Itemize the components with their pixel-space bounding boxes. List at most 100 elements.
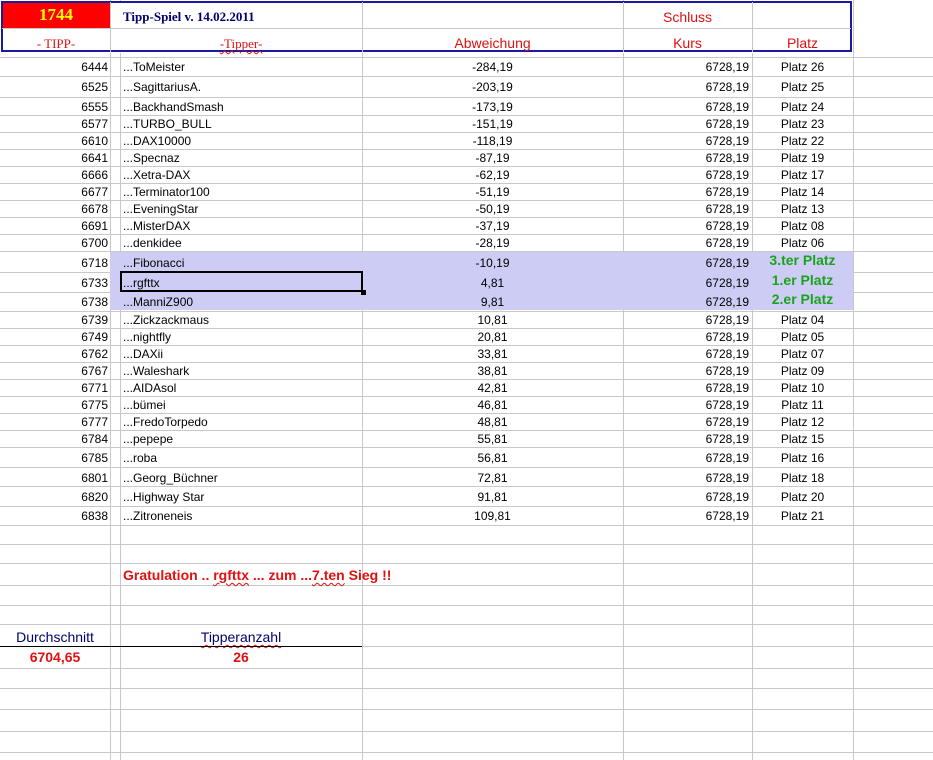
abweichung-cell[interactable]: 109,81 [362,509,623,523]
tipp-cell[interactable]: 6733 [0,276,108,290]
tipper-name-cell[interactable]: ...Fibonacci [123,256,361,270]
kurs-cell[interactable]: 6728,19 [623,256,749,270]
kurs-cell[interactable]: 6728,19 [623,451,749,465]
kurs-cell[interactable]: 6728,19 [623,432,749,446]
kurs-cell[interactable]: 6728,19 [623,381,749,395]
kurs-cell[interactable]: 6728,19 [623,398,749,412]
tipp-cell[interactable]: 6610 [0,134,108,148]
tipp-cell[interactable]: 6771 [0,381,108,395]
abweichung-cell[interactable]: -37,19 [362,219,623,233]
tipper-name-cell[interactable]: ...bümei [123,398,361,412]
platz-cell[interactable]: Platz 13 [752,202,853,216]
platz-cell[interactable]: Platz 09 [752,364,853,378]
tipper-name-cell[interactable]: ...Georg_Büchner [123,471,361,485]
abweichung-cell[interactable]: 9,81 [362,295,623,309]
kurs-cell[interactable]: 6728,19 [623,117,749,131]
tipp-cell[interactable]: 6738 [0,295,108,309]
platz-cell[interactable]: Platz 14 [752,185,853,199]
tipper-name-cell[interactable]: ...DAXii [123,347,361,361]
tipper-name-cell[interactable]: ...BackhandSmash [123,100,361,114]
abweichung-cell[interactable]: -50,19 [362,202,623,216]
tipp-cell[interactable]: 6820 [0,490,108,504]
kurs-cell[interactable]: 6728,19 [623,185,749,199]
abweichung-cell[interactable]: -28,19 [362,236,623,250]
abweichung-cell[interactable]: 46,81 [362,398,623,412]
abweichung-cell[interactable]: 33,81 [362,347,623,361]
tipp-cell[interactable]: 6838 [0,509,108,523]
kurs-cell[interactable]: 6728,19 [623,330,749,344]
platz-cell[interactable]: Platz 25 [752,80,853,94]
tipp-cell[interactable]: 6666 [0,168,108,182]
kurs-cell[interactable]: 6728,19 [623,471,749,485]
tipp-cell[interactable]: 6784 [0,432,108,446]
platz-cell[interactable]: Platz 06 [752,236,853,250]
tipp-cell[interactable]: 6577 [0,117,108,131]
kurs-cell[interactable]: 6728,19 [623,509,749,523]
tipper-name-cell[interactable]: ...Zickzackmaus [123,313,361,327]
platz-cell[interactable]: 2.er Platz [752,292,853,306]
platz-cell[interactable]: Platz 11 [752,398,853,412]
abweichung-cell[interactable]: 55,81 [362,432,623,446]
platz-cell[interactable]: Platz 21 [752,509,853,523]
tipp-cell[interactable]: 6777 [0,415,108,429]
kurs-cell[interactable]: 6728,19 [623,236,749,250]
platz-cell[interactable]: Platz 23 [752,117,853,131]
tipp-cell[interactable]: 6677 [0,185,108,199]
platz-cell[interactable]: Platz 05 [752,330,853,344]
platz-cell[interactable]: Platz 16 [752,451,853,465]
platz-cell[interactable]: Platz 04 [752,313,853,327]
tipp-cell[interactable]: 6785 [0,451,108,465]
tipper-name-cell[interactable]: ...AIDAsol [123,381,361,395]
platz-cell[interactable]: Platz 20 [752,490,853,504]
kurs-cell[interactable]: 6728,19 [623,219,749,233]
abweichung-cell[interactable]: 42,81 [362,381,623,395]
kurs-cell[interactable]: 6728,19 [623,151,749,165]
platz-cell[interactable]: Platz 26 [752,60,853,74]
fill-handle[interactable] [361,290,366,295]
tipp-cell[interactable]: 6691 [0,219,108,233]
tipp-cell[interactable]: 6700 [0,236,108,250]
platz-cell[interactable]: Platz 10 [752,381,853,395]
tipp-cell[interactable]: 6739 [0,313,108,327]
tipp-cell[interactable]: 6555 [0,100,108,114]
abweichung-cell[interactable]: -51,19 [362,185,623,199]
kurs-cell[interactable]: 6728,19 [623,80,749,94]
tipper-name-cell[interactable]: ...Terminator100 [123,185,361,199]
kurs-cell[interactable]: 6728,19 [623,295,749,309]
kurs-cell[interactable]: 6728,19 [623,364,749,378]
tipper-name-cell[interactable]: ...pepepe [123,432,361,446]
abweichung-cell[interactable]: -62,19 [362,168,623,182]
abweichung-cell[interactable]: -10,19 [362,256,623,270]
platz-cell[interactable]: Platz 18 [752,471,853,485]
tipper-name-cell[interactable]: ...denkidee [123,236,361,250]
abweichung-cell[interactable]: 10,81 [362,313,623,327]
tipper-name-cell[interactable]: ...Specnaz [123,151,361,165]
tipp-cell[interactable]: 6444 [0,60,108,74]
tipper-name-cell[interactable]: ...roba [123,451,361,465]
tipp-cell[interactable]: 6718 [0,256,108,270]
tipper-name-cell[interactable]: ...Xetra-DAX [123,168,361,182]
kurs-cell[interactable]: 6728,19 [623,490,749,504]
kurs-cell[interactable]: 6728,19 [623,134,749,148]
abweichung-cell[interactable]: 91,81 [362,490,623,504]
kurs-cell[interactable]: 6728,19 [623,347,749,361]
abweichung-cell[interactable]: 56,81 [362,451,623,465]
kurs-cell[interactable]: 6728,19 [623,276,749,290]
tipp-cell[interactable]: 6767 [0,364,108,378]
tipp-cell[interactable]: 6749 [0,330,108,344]
tipper-name-cell[interactable]: ...ToMeister [123,60,361,74]
tipper-name-cell[interactable]: ...ManniZ900 [123,295,361,309]
platz-cell[interactable]: Platz 19 [752,151,853,165]
tipper-name-cell[interactable]: ...TURBO_BULL [123,117,361,131]
abweichung-cell[interactable]: 72,81 [362,471,623,485]
abweichung-cell[interactable]: 48,81 [362,415,623,429]
tipper-name-cell[interactable]: ...EveningStar [123,202,361,216]
selected-cell[interactable] [120,271,363,292]
tipper-name-cell[interactable]: ...nightfly [123,330,361,344]
kurs-cell[interactable]: 6728,19 [623,415,749,429]
tipp-cell[interactable]: 6525 [0,80,108,94]
tipp-cell[interactable]: 6762 [0,347,108,361]
tipp-cell[interactable]: 6641 [0,151,108,165]
platz-cell[interactable]: Platz 07 [752,347,853,361]
platz-cell[interactable]: Platz 12 [752,415,853,429]
